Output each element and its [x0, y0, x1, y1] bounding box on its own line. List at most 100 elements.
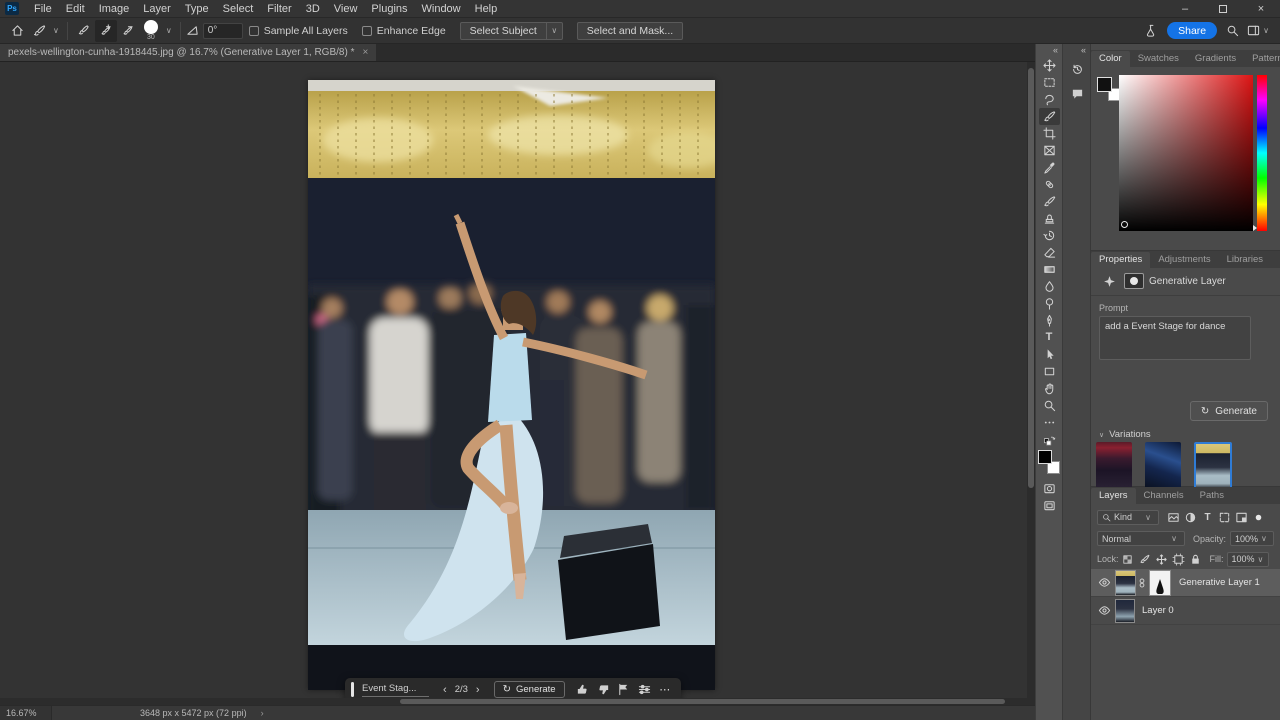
color-cursor[interactable]	[1121, 221, 1128, 228]
status-flyout-arrow[interactable]: ›	[261, 708, 264, 718]
menu-window[interactable]: Window	[415, 0, 468, 18]
layer-thumbnail[interactable]	[1115, 570, 1136, 596]
menu-filter[interactable]: Filter	[260, 0, 298, 18]
menu-select[interactable]: Select	[216, 0, 261, 18]
taskbar-generate-button[interactable]: ↻ Generate	[494, 681, 565, 698]
edit-toolbar-button[interactable]	[1039, 414, 1060, 431]
menu-file[interactable]: File	[27, 0, 59, 18]
variation-thumbnail-1[interactable]	[1096, 442, 1132, 489]
brush-mode-new-button[interactable]	[73, 20, 95, 42]
history-panel-button[interactable]	[1063, 57, 1091, 81]
sample-all-layers-option[interactable]: Sample All Layers	[249, 25, 348, 37]
layer-row-generative[interactable]: Generative Layer 1	[1091, 569, 1280, 597]
generate-button[interactable]: ↻ Generate	[1190, 401, 1268, 421]
variations-header[interactable]: ∨ Variations	[1099, 429, 1151, 440]
beta-flask-icon[interactable]	[1145, 24, 1158, 37]
menu-type[interactable]: Type	[178, 0, 216, 18]
tab-layers[interactable]: Layers	[1091, 488, 1136, 504]
foreground-color-swatch[interactable]	[1097, 77, 1112, 92]
workspace-chevron-icon[interactable]: ∨	[1260, 26, 1272, 35]
tab-properties[interactable]: Properties	[1091, 252, 1150, 268]
tool-selection-brush[interactable]	[1039, 108, 1060, 125]
home-button[interactable]	[6, 20, 28, 42]
layer-mask-thumbnail[interactable]	[1149, 570, 1171, 596]
default-colors-button[interactable]	[1039, 431, 1060, 448]
workspace-switcher-icon[interactable]	[1247, 24, 1260, 37]
tool-eyedropper[interactable]	[1039, 159, 1060, 176]
taskbar-drag-handle[interactable]	[351, 682, 354, 697]
lock-transparency-button[interactable]	[1119, 552, 1136, 567]
tool-spot-healing[interactable]	[1039, 176, 1060, 193]
tool-path-selection[interactable]	[1039, 346, 1060, 363]
tab-paths[interactable]: Paths	[1192, 488, 1232, 504]
tools-collapse-button[interactable]: «	[1036, 44, 1062, 57]
menu-3d[interactable]: 3D	[299, 0, 327, 18]
hue-slider[interactable]	[1257, 75, 1267, 231]
tool-preset-button[interactable]	[28, 20, 50, 42]
lock-all-button[interactable]	[1187, 552, 1204, 567]
enhance-edge-checkbox[interactable]	[362, 26, 372, 36]
canvas-image[interactable]	[308, 80, 715, 690]
tool-marquee[interactable]	[1039, 74, 1060, 91]
brush-size-picker[interactable]: 30	[139, 18, 163, 44]
enhance-edge-option[interactable]: Enhance Edge	[362, 25, 446, 37]
menu-help[interactable]: Help	[468, 0, 505, 18]
layer-row-background[interactable]: Layer 0	[1091, 597, 1280, 625]
vertical-scrollbar[interactable]	[1027, 62, 1035, 698]
taskbar-properties-button[interactable]	[634, 681, 654, 699]
rate-bad-button[interactable]	[593, 681, 613, 699]
tool-blur[interactable]	[1039, 278, 1060, 295]
taskbar-more-button[interactable]: ⋯	[655, 681, 675, 699]
filter-type-button[interactable]: T	[1199, 510, 1216, 525]
brush-mode-add-button[interactable]	[95, 20, 117, 42]
tool-lasso[interactable]	[1039, 91, 1060, 108]
filter-smart-object-button[interactable]	[1233, 510, 1250, 525]
select-subject-button[interactable]: Select Subject	[460, 22, 547, 40]
share-button[interactable]: Share	[1167, 22, 1217, 39]
search-icon[interactable]	[1226, 24, 1239, 37]
tab-color[interactable]: Color	[1091, 51, 1130, 67]
canvas-pasteboard[interactable]: Event Stag... ‹ 2/3 › ↻ Generate	[0, 62, 1035, 698]
layer-visibility-toggle[interactable]	[1095, 576, 1113, 589]
tab-libraries[interactable]: Libraries	[1219, 252, 1271, 268]
layer-filter-kind[interactable]: Kind ∨	[1097, 510, 1159, 525]
foreground-background-swatches[interactable]	[1038, 450, 1060, 474]
select-subject-chevron[interactable]: ∨	[547, 22, 563, 40]
tool-preset-chevron-icon[interactable]: ∨	[50, 26, 62, 35]
tool-frame[interactable]	[1039, 142, 1060, 159]
menu-edit[interactable]: Edit	[59, 0, 92, 18]
brush-size-chevron-icon[interactable]: ∨	[163, 26, 175, 35]
horizontal-scroll-thumb[interactable]	[400, 699, 1005, 704]
screen-mode-button[interactable]	[1039, 497, 1060, 514]
contextual-taskbar[interactable]: Event Stag... ‹ 2/3 › ↻ Generate	[345, 678, 681, 698]
horizontal-scrollbar[interactable]	[0, 698, 1035, 705]
tab-swatches[interactable]: Swatches	[1130, 51, 1187, 67]
tool-dodge[interactable]	[1039, 295, 1060, 312]
layer-name[interactable]: Layer 0	[1142, 605, 1174, 616]
fill-select[interactable]: 100% ∨	[1227, 552, 1269, 567]
tool-clone-stamp[interactable]	[1039, 210, 1060, 227]
previous-variation-button[interactable]: ‹	[437, 684, 453, 696]
filter-image-button[interactable]	[1165, 510, 1182, 525]
filter-adjustment-button[interactable]	[1182, 510, 1199, 525]
taskbar-prompt-field[interactable]: Event Stag...	[362, 683, 429, 697]
tab-channels[interactable]: Channels	[1136, 488, 1192, 504]
tool-history-brush[interactable]	[1039, 227, 1060, 244]
layer-name[interactable]: Generative Layer 1	[1179, 577, 1260, 588]
blend-mode-select[interactable]: Normal ∨	[1097, 531, 1185, 546]
tool-eraser[interactable]	[1039, 244, 1060, 261]
tab-gradients[interactable]: Gradients	[1187, 51, 1244, 67]
zoom-level-field[interactable]: 16.67%	[0, 706, 52, 720]
menu-plugins[interactable]: Plugins	[364, 0, 414, 18]
foreground-color-swatch[interactable]	[1038, 450, 1052, 464]
layer-thumbnail[interactable]	[1115, 599, 1135, 623]
tool-brush[interactable]	[1039, 193, 1060, 210]
sample-all-layers-checkbox[interactable]	[249, 26, 259, 36]
tab-adjustments[interactable]: Adjustments	[1150, 252, 1218, 268]
comments-panel-button[interactable]	[1063, 81, 1091, 105]
tool-move[interactable]	[1039, 57, 1060, 74]
rate-good-button[interactable]	[573, 681, 593, 699]
menu-image[interactable]: Image	[92, 0, 137, 18]
next-variation-button[interactable]: ›	[470, 684, 486, 696]
tool-zoom[interactable]	[1039, 397, 1060, 414]
